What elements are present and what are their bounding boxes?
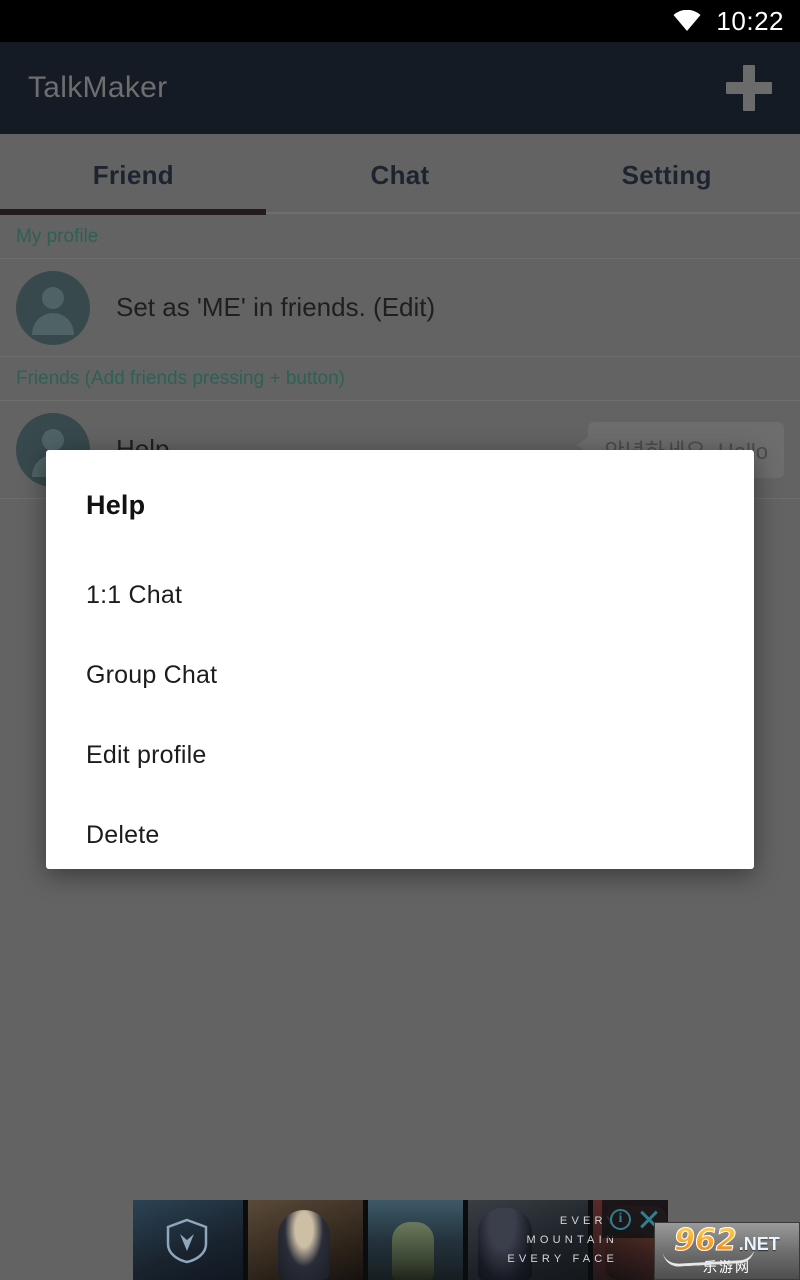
context-dialog: Help 1:1 Chat Group Chat Edit profile De… [46, 450, 754, 869]
dialog-item-edit-profile[interactable]: Edit profile [46, 715, 754, 795]
avatar-head-icon [42, 286, 64, 309]
site-watermark: 962 .NET 乐游网 [654, 1222, 800, 1280]
section-header-friends: Friends (Add friends pressing + button) [0, 357, 800, 401]
list-item-my-profile[interactable]: Set as 'ME' in friends. (Edit) [0, 259, 800, 357]
section-header-my-profile: My profile [0, 215, 800, 259]
dialog-item-delete[interactable]: Delete [46, 795, 754, 875]
ad-image-panel-2 [248, 1200, 363, 1280]
tab-bar: Friend Chat Setting [0, 134, 800, 216]
status-bar-clock: 10:22 [716, 5, 784, 36]
ad-image-panel-1 [133, 1200, 243, 1280]
ad-brand-logo-icon [165, 1218, 209, 1264]
dialog-item-one-to-one-chat[interactable]: 1:1 Chat [46, 555, 754, 635]
wifi-icon [672, 10, 702, 32]
dialog-title: Help [86, 490, 146, 520]
tab-chat[interactable]: Chat [267, 134, 534, 216]
status-bar: 10:22 [0, 0, 800, 42]
ad-banner[interactable]: EVERY MOUNTAIN EVERY FACE i [133, 1200, 668, 1280]
app-title: TalkMaker [28, 71, 168, 104]
ad-copy-line-2: MOUNTAIN [526, 1234, 618, 1246]
ad-copy: EVERY MOUNTAIN EVERY FACE [398, 1212, 618, 1269]
avatar-head-icon [42, 428, 64, 451]
ad-copy-line-3: EVERY FACE [507, 1253, 618, 1265]
avatar [16, 270, 90, 345]
ad-photo-person-a [278, 1210, 330, 1280]
plus-icon[interactable] [726, 65, 772, 111]
app-bar: TalkMaker [0, 42, 800, 134]
tab-friend[interactable]: Friend [0, 134, 267, 216]
ad-info-icon[interactable]: i [610, 1208, 631, 1230]
avatar-body-icon [32, 312, 74, 335]
dialog-item-group-chat[interactable]: Group Chat [46, 635, 754, 715]
ad-copy-line-1: EVERY [559, 1215, 618, 1227]
phone-screen: 10:22 TalkMaker Friend Chat Setting My p… [0, 0, 800, 1280]
list-item-label: Set as 'ME' in friends. (Edit) [116, 292, 436, 322]
tab-setting[interactable]: Setting [533, 134, 800, 216]
